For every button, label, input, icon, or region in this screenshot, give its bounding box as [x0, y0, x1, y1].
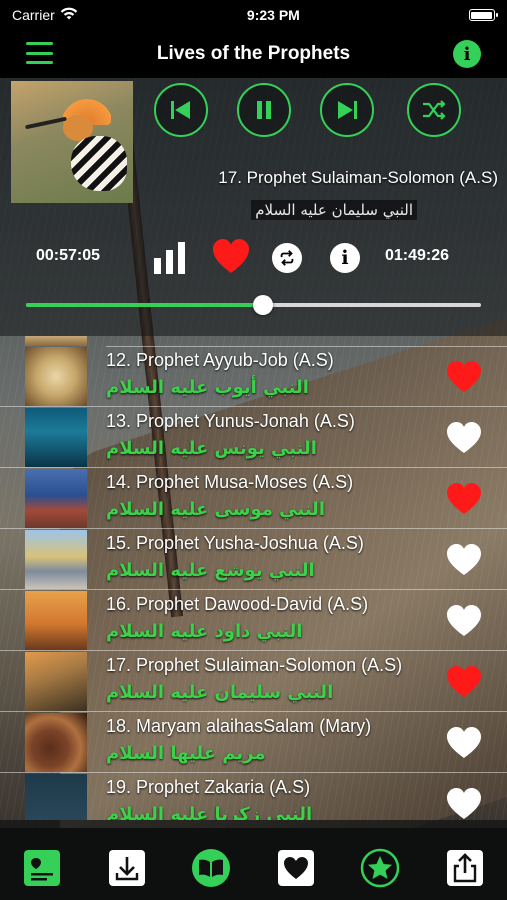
favorites-icon — [277, 850, 314, 886]
heart-icon[interactable] — [445, 663, 483, 699]
track-row[interactable]: 19. Prophet Zakaria (A.S) النبي زكريا علي… — [0, 773, 507, 820]
track-title: 18. Maryam alaihasSalam (Mary) — [106, 716, 372, 736]
status-bar: Carrier 9:23 PM — [0, 0, 507, 30]
heart-icon[interactable] — [445, 541, 483, 577]
heart-icon[interactable] — [445, 480, 483, 516]
navigation-bar: Lives of the Prophets i — [0, 30, 507, 78]
track-row[interactable]: 14. Prophet Musa-Moses (A.S) النبي موسى ع… — [0, 468, 507, 529]
progress-slider[interactable] — [26, 295, 481, 315]
track-arabic-title: النبي يونس عليه السلام — [106, 438, 317, 459]
track-title: 15. Prophet Yusha-Joshua (A.S) — [106, 533, 364, 553]
now-playing-title: 17. Prophet Sulaiman-Solomon (A.S) — [218, 168, 498, 187]
wifi-icon — [60, 7, 78, 23]
heart-icon[interactable] — [445, 785, 483, 820]
track-thumbnail — [25, 469, 87, 528]
carrier-label: Carrier — [12, 7, 55, 23]
audio-player: 17. Prophet Sulaiman-Solomon (A.S) النبي… — [0, 78, 507, 336]
track-thumbnail — [25, 347, 87, 406]
track-title: 13. Prophet Yunus-Jonah (A.S) — [106, 411, 355, 431]
share-icon — [446, 850, 483, 886]
info-icon: i — [341, 247, 349, 269]
track-row[interactable]: 18. Maryam alaihasSalam (Mary) مريم عليها… — [0, 712, 507, 773]
track-thumbnail — [25, 774, 87, 820]
track-row[interactable]: 15. Prophet Yusha-Joshua (A.S) النبي يوشع… — [0, 529, 507, 590]
tab-bar — [0, 820, 507, 900]
pause-button[interactable] — [237, 83, 291, 137]
tab-playlist[interactable] — [22, 848, 62, 888]
repeat-button[interactable] — [272, 243, 302, 273]
partial-row-thumbnail — [25, 336, 87, 346]
track-thumbnail — [25, 652, 87, 711]
track-row[interactable]: 12. Prophet Ayyub-Job (A.S) النبي أيوب عل… — [0, 346, 507, 407]
progress-thumb[interactable] — [252, 295, 273, 315]
heart-icon[interactable] — [445, 602, 483, 638]
equalizer-icon — [154, 242, 185, 274]
playlist-icon — [24, 850, 61, 886]
album-art — [11, 81, 133, 203]
favorite-heart-icon[interactable] — [211, 237, 251, 277]
skip-back-icon — [171, 101, 190, 119]
track-thumbnail — [25, 591, 87, 650]
pause-icon — [257, 101, 271, 119]
track-info-button[interactable]: i — [330, 243, 360, 273]
track-title: 17. Prophet Sulaiman-Solomon (A.S) — [106, 655, 403, 675]
track-arabic-title: النبي يوشع عليه السلام — [106, 560, 315, 581]
track-title: 14. Prophet Musa-Moses (A.S) — [106, 472, 354, 492]
now-playing-arabic: النبي سليمان عليه السلام — [251, 200, 417, 220]
track-title: 16. Prophet Dawood-David (A.S) — [106, 594, 369, 614]
tab-download[interactable] — [107, 848, 147, 888]
page-title: Lives of the Prophets — [156, 43, 351, 64]
tab-book[interactable] — [191, 848, 231, 888]
track-title: 12. Prophet Ayyub-Job (A.S) — [106, 350, 334, 370]
heart-icon[interactable] — [445, 419, 483, 455]
track-arabic-title: النبي داود عليه السلام — [106, 621, 303, 642]
status-left: Carrier — [12, 7, 78, 23]
track-arabic-title: النبي سليمان عليه السلام — [106, 682, 334, 703]
track-row[interactable]: 13. Prophet Yunus-Jonah (A.S) النبي يونس … — [0, 407, 507, 468]
skip-forward-icon — [338, 101, 357, 119]
menu-icon[interactable] — [26, 42, 53, 64]
progress-fill — [26, 303, 263, 307]
info-icon[interactable]: i — [453, 40, 481, 68]
tab-favorites[interactable] — [276, 848, 316, 888]
track-arabic-title: النبي أيوب عليه السلام — [106, 377, 309, 398]
track-arabic-title: النبي موسى عليه السلام — [106, 499, 325, 520]
track-title: 19. Prophet Zakaria (A.S) — [106, 777, 311, 797]
elapsed-time: 00:57:05 — [36, 247, 101, 264]
track-list[interactable]: 12. Prophet Ayyub-Job (A.S) النبي أيوب عل… — [0, 336, 507, 820]
book-icon — [192, 849, 231, 887]
previous-button[interactable] — [154, 83, 208, 137]
tab-share[interactable] — [445, 848, 485, 888]
repeat-icon — [280, 250, 294, 266]
status-time: 9:23 PM — [246, 7, 300, 23]
shuffle-button[interactable] — [407, 83, 461, 137]
track-arabic-title: مريم عليها السلام — [106, 743, 266, 764]
tab-rate[interactable] — [360, 848, 400, 888]
total-time: 01:49:26 — [385, 247, 450, 264]
shuffle-icon — [423, 100, 446, 120]
download-icon — [108, 850, 145, 886]
track-thumbnail — [25, 713, 87, 772]
star-icon — [361, 848, 400, 888]
heart-icon[interactable] — [445, 724, 483, 760]
heart-icon[interactable] — [445, 358, 483, 394]
track-thumbnail — [25, 530, 87, 589]
track-thumbnail — [25, 408, 87, 467]
next-button[interactable] — [320, 83, 374, 137]
track-row[interactable]: 16. Prophet Dawood-David (A.S) النبي داود… — [0, 590, 507, 651]
track-row[interactable]: 17. Prophet Sulaiman-Solomon (A.S) النبي … — [0, 651, 507, 712]
battery-icon — [468, 9, 498, 21]
track-arabic-title: النبي زكريا عليه السلام — [106, 804, 313, 820]
